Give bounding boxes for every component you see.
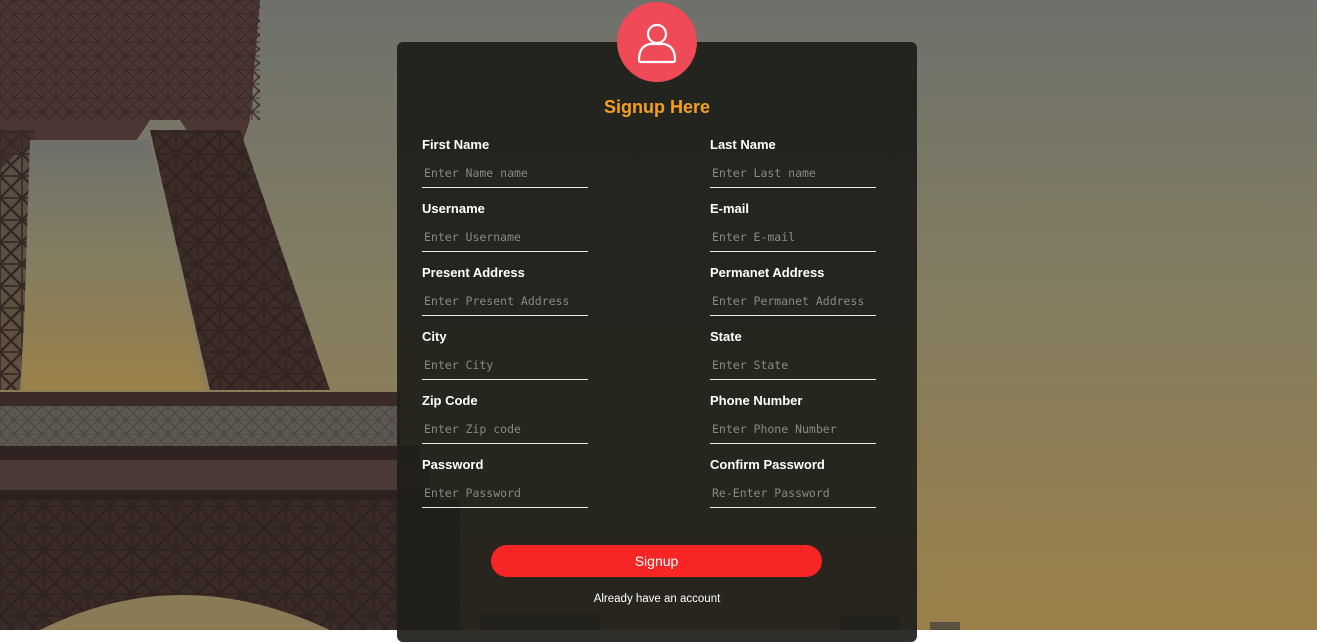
user-icon (637, 23, 677, 64)
state-label: State (710, 329, 742, 344)
email-field[interactable] (710, 222, 876, 252)
phone-number-group: Phone Number (710, 393, 876, 444)
first-name-group: First Name (422, 137, 588, 188)
permanent-address-group: Permanet Address (710, 265, 876, 316)
email-label: E-mail (710, 201, 750, 216)
avatar (617, 2, 697, 82)
phone-number-field[interactable] (710, 414, 876, 444)
username-label: Username (422, 201, 485, 216)
password-field[interactable] (422, 478, 588, 508)
present-address-field[interactable] (422, 286, 588, 316)
zip-code-group: Zip Code (422, 393, 588, 444)
present-address-group: Present Address (422, 265, 588, 316)
last-name-label: Last Name (710, 137, 776, 152)
city-group: City (422, 329, 588, 380)
password-group: Password (422, 457, 588, 508)
last-name-field[interactable] (710, 158, 876, 188)
confirm-password-group: Confirm Password (710, 457, 876, 508)
first-name-field[interactable] (422, 158, 588, 188)
confirm-password-label: Confirm Password (710, 457, 825, 472)
page-title: Signup Here (603, 97, 710, 117)
permanent-address-label: Permanet Address (710, 265, 825, 280)
state-group: State (710, 329, 876, 380)
password-label: Password (422, 457, 484, 472)
signup-button[interactable]: Signup (491, 545, 822, 577)
username-field[interactable] (422, 222, 588, 252)
present-address-label: Present Address (422, 265, 525, 280)
zip-code-field[interactable] (422, 414, 588, 444)
login-link[interactable]: Already have an account (397, 593, 917, 605)
permanent-address-field[interactable] (710, 286, 876, 316)
username-group: Username (422, 201, 588, 252)
email-group: E-mail (710, 201, 876, 252)
city-label: City (422, 329, 447, 344)
confirm-password-field[interactable] (710, 478, 876, 508)
phone-number-label: Phone Number (710, 393, 803, 408)
zip-code-label: Zip Code (422, 393, 478, 408)
city-field[interactable] (422, 350, 588, 380)
first-name-label: First Name (422, 137, 490, 152)
last-name-group: Last Name (710, 137, 876, 188)
state-field[interactable] (710, 350, 876, 380)
